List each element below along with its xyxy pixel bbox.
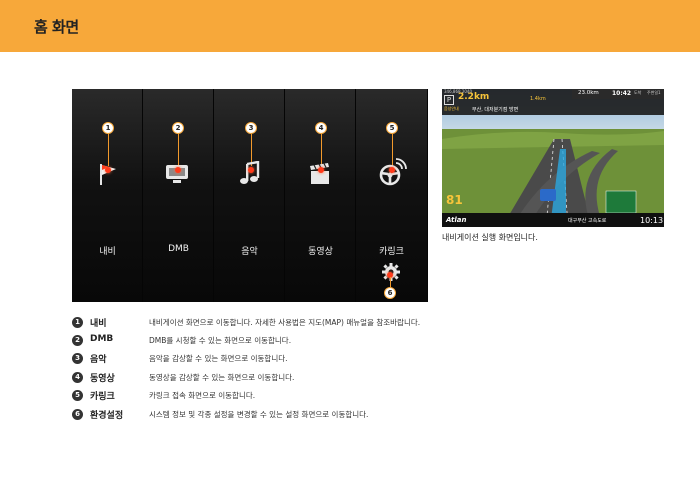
description-number: 2: [72, 335, 83, 346]
nav-road-name: 대구부산 고속도로: [568, 218, 607, 224]
touch-point-4: [317, 167, 324, 173]
description-number: 6: [72, 409, 83, 420]
description-text: 시스템 정보 및 각종 설정을 변경할 수 있는 설정 화면으로 이동합니다.: [149, 410, 369, 419]
nav-brand-logo: Atlan: [446, 216, 467, 224]
clapperboard-icon: [310, 163, 329, 184]
manual-page: 홈 화면 1 2 3 4 5 내비 DMB 음악 동영상 카링크 6 346,8…: [0, 0, 700, 485]
description-term: 내비: [90, 319, 107, 329]
callout-line-2: [177, 134, 179, 166]
menu-column-video[interactable]: [285, 89, 356, 302]
touch-point-5: [388, 167, 395, 173]
header-bar: 홈 화면: [0, 0, 700, 52]
nav-time-top: 10:42: [612, 90, 632, 97]
description-row-music: 3 음악 음악을 감상할 수 있는 화면으로 이동합니다.: [72, 352, 672, 366]
description-term: 환경설정: [90, 411, 124, 421]
description-row-carlink: 5 카링크 카링크 접속 화면으로 이동합니다.: [72, 389, 672, 403]
callout-badge-3: 3: [245, 122, 257, 134]
description-row-navi: 1 내비 내비게이션 화면으로 이동합니다. 자세한 사용법은 지도(MAP) …: [72, 316, 672, 330]
nav-time-suffix: 도착: [634, 90, 642, 95]
nav-speed-info: 23.0km: [578, 90, 599, 96]
description-text: DMB를 시청할 수 있는 화면으로 이동합니다.: [149, 336, 292, 345]
description-number: 3: [72, 353, 83, 364]
description-number: 1: [72, 317, 83, 328]
description-number: 4: [72, 372, 83, 383]
callout-line-6: [390, 277, 391, 287]
home-screen-mockup: 1 2 3 4 5 내비 DMB 음악 동영상 카링크 6: [72, 89, 428, 302]
nav-mode-label: 음성안내: [444, 106, 459, 111]
nav-clock: 10:13: [640, 216, 664, 225]
callout-badge-5: 5: [386, 122, 398, 134]
touch-point-3: [247, 167, 254, 173]
description-text: 동영상을 감상할 수 있는 화면으로 이동합니다.: [149, 373, 295, 382]
music-note-icon: [240, 161, 260, 184]
description-text: 음악을 감상할 수 있는 화면으로 이동합니다.: [149, 354, 288, 363]
nav-speed-limit: 81: [446, 193, 463, 207]
description-term: 카링크: [90, 392, 115, 402]
page-title: 홈 화면: [34, 18, 79, 36]
description-term: 동영상: [90, 374, 115, 384]
nav-top-right-label: 주변일1: [647, 90, 661, 95]
description-row-video: 4 동영상 동영상을 감상할 수 있는 화면으로 이동합니다.: [72, 371, 672, 385]
menu-label-video[interactable]: 동영상: [285, 244, 356, 257]
description-row-settings: 6 환경설정 시스템 정보 및 각종 설정을 변경할 수 있는 설정 화면으로 …: [72, 408, 672, 422]
menu-label-music[interactable]: 음악: [214, 244, 285, 257]
menu-label-carlink[interactable]: 카링크: [356, 244, 427, 257]
flag-icon: [100, 164, 116, 185]
menu-column-navi[interactable]: [72, 89, 143, 302]
description-term: 음악: [90, 355, 107, 365]
nav-caption: 내비게이션 실행 화면입니다.: [442, 233, 538, 242]
menu-column-music[interactable]: [214, 89, 285, 302]
callout-badge-4: 4: [315, 122, 327, 134]
nav-direction: 부산, 대저분기점 방면: [472, 107, 519, 113]
menu-label-dmb[interactable]: DMB: [143, 244, 214, 254]
callout-badge-6: 6: [384, 287, 396, 299]
touch-point-1: [104, 167, 111, 173]
nav-lane-distance: 1.4km: [530, 96, 546, 102]
callout-badge-1: 1: [102, 122, 114, 134]
nav-distance: 2.2km: [458, 92, 490, 102]
description-text: 카링크 접속 화면으로 이동합니다.: [149, 391, 256, 400]
navigation-screenshot: 346,868 2040 P 음성안내 2.2km 1.4km 부산, 대저분기…: [442, 89, 664, 227]
description-row-dmb: 2 DMB DMB를 시청할 수 있는 화면으로 이동합니다.: [72, 334, 672, 348]
description-term: DMB: [90, 334, 114, 344]
parking-icon: P: [444, 95, 454, 105]
description-number: 5: [72, 390, 83, 401]
touch-point-2: [174, 167, 181, 173]
callout-badge-2: 2: [172, 122, 184, 134]
menu-label-navi[interactable]: 내비: [72, 244, 143, 257]
description-text: 내비게이션 화면으로 이동합니다. 자세한 사용법은 지도(MAP) 매뉴얼을 …: [149, 318, 421, 327]
menu-column-dmb[interactable]: [143, 89, 214, 302]
